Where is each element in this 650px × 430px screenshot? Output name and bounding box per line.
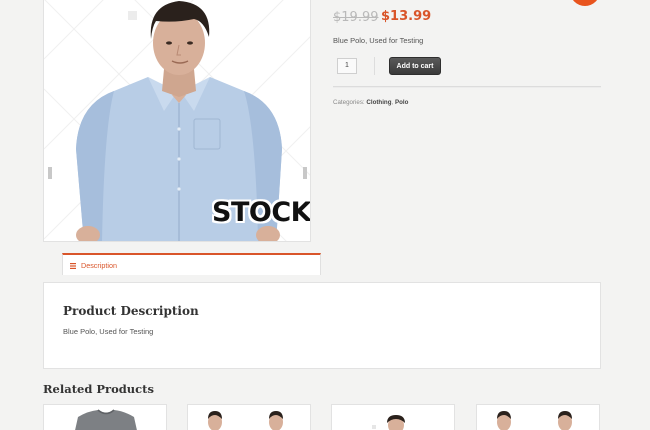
tab-description[interactable]: Description [62,253,321,275]
related-product-card[interactable] [476,404,600,430]
sale-price: $13.99 [381,9,432,24]
category-link-clothing[interactable]: Clothing [366,99,391,106]
grey-tshirt-thumbnail [75,409,137,430]
description-panel: Product Description Blue Polo, Used for … [43,282,601,369]
category-link-polo[interactable]: Polo [395,99,408,106]
two-men-thumbnail [497,411,572,430]
description-title: Product Description [63,304,199,318]
sale-badge [570,0,600,6]
quantity-input[interactable]: 1 [337,58,357,74]
add-to-cart-button[interactable]: Add to cart [389,57,441,75]
related-product-card[interactable] [43,404,167,430]
stock-watermark: STOCK [212,197,311,228]
short-description: Blue Polo, Used for Testing [333,36,424,45]
product-image[interactable]: STOCK [43,0,311,242]
regular-price: $19.99 [333,10,379,25]
cart-divider [374,57,375,75]
prev-image-handle[interactable] [48,167,52,179]
tab-description-label: Description [81,261,117,270]
related-product-card[interactable] [331,404,455,430]
list-icon [70,263,76,269]
product-page: STOCK $19.99 $13.99 Blue Polo, Used for … [0,0,650,430]
related-products-title: Related Products [43,382,154,396]
man-head-thumbnail [372,415,405,430]
next-image-handle[interactable] [303,167,307,179]
categories-label: Categories: [333,99,365,106]
two-men-thumbnail [208,411,283,430]
meta-divider [333,86,601,88]
related-product-card[interactable] [187,404,311,430]
description-body: Blue Polo, Used for Testing [63,327,154,336]
product-categories: Categories: Clothing, Polo [333,99,408,106]
